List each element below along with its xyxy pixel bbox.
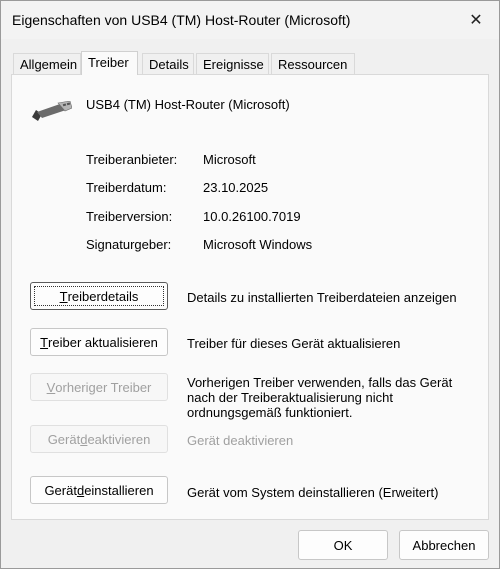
button-label-prefix: Gerät xyxy=(44,482,77,498)
info-label: Signaturgeber: xyxy=(86,237,172,252)
disable-device-description: Gerät deaktivieren xyxy=(187,433,294,448)
info-value: Microsoft Windows xyxy=(203,237,313,252)
accelerator-key: d xyxy=(80,431,88,447)
properties-dialog: Eigenschaften von USB4 (TM) Host-Router … xyxy=(0,0,500,569)
button-label: orheriger Treiber xyxy=(55,379,152,395)
button-label: einstallieren xyxy=(84,482,154,498)
title-bar: Eigenschaften von USB4 (TM) Host-Router … xyxy=(1,1,499,39)
disable-device-button[interactable]: Gerät d eaktivieren xyxy=(30,425,168,453)
tab-allgemein[interactable]: Allgemein xyxy=(13,53,81,74)
uninstall-device-description: Gerät vom System deinstallieren (Erweite… xyxy=(187,485,439,500)
update-driver-button[interactable]: Treiber aktualisieren xyxy=(30,328,168,356)
usb-plug-icon xyxy=(32,101,72,121)
update-driver-description: Treiber für dieses Gerät aktualisieren xyxy=(187,336,401,351)
cancel-button[interactable]: Abbrechen xyxy=(399,530,489,560)
driver-tab-panel: USB4 (TM) Host-Router (Microsoft) Treibe… xyxy=(11,74,489,520)
tab-strip: Allgemein Treiber Details Ereignisse Res… xyxy=(13,51,489,75)
device-name: USB4 (TM) Host-Router (Microsoft) xyxy=(86,97,290,112)
rollback-driver-description: Vorherigen Treiber verwenden, falls das … xyxy=(187,375,453,420)
info-value: 10.0.26100.7019 xyxy=(203,209,301,224)
button-label: reiber aktualisieren xyxy=(48,334,158,350)
info-label: Treiberdatum: xyxy=(86,180,167,195)
uninstall-device-button[interactable]: Gerät d einstallieren xyxy=(30,476,168,504)
driver-details-button[interactable]: Treiberdetails xyxy=(30,282,168,310)
accelerator-key: V xyxy=(46,379,56,395)
button-label-prefix: Gerät xyxy=(47,431,81,447)
info-label: Treiberanbieter: xyxy=(86,152,178,167)
tab-ereignisse[interactable]: Ereignisse xyxy=(196,53,269,74)
accelerator-key: T xyxy=(59,288,68,304)
close-icon[interactable]: ✕ xyxy=(453,1,499,39)
accelerator-key: d xyxy=(76,482,85,498)
tab-details[interactable]: Details xyxy=(142,53,194,74)
info-label: Treiberversion: xyxy=(86,209,173,224)
rollback-driver-button[interactable]: Vorheriger Treiber xyxy=(30,373,168,401)
tab-treiber[interactable]: Treiber xyxy=(81,51,138,75)
info-value: Microsoft xyxy=(203,152,256,167)
window-title: Eigenschaften von USB4 (TM) Host-Router … xyxy=(12,12,351,28)
info-value: 23.10.2025 xyxy=(203,180,269,195)
accelerator-key: T xyxy=(40,334,49,350)
driver-details-description: Details zu installierten Treiberdateien … xyxy=(187,290,457,305)
tab-ressourcen[interactable]: Ressourcen xyxy=(271,53,355,74)
button-label: eaktivieren xyxy=(87,431,151,447)
ok-button[interactable]: OK xyxy=(298,530,388,560)
button-label: reiberdetails xyxy=(67,288,139,304)
